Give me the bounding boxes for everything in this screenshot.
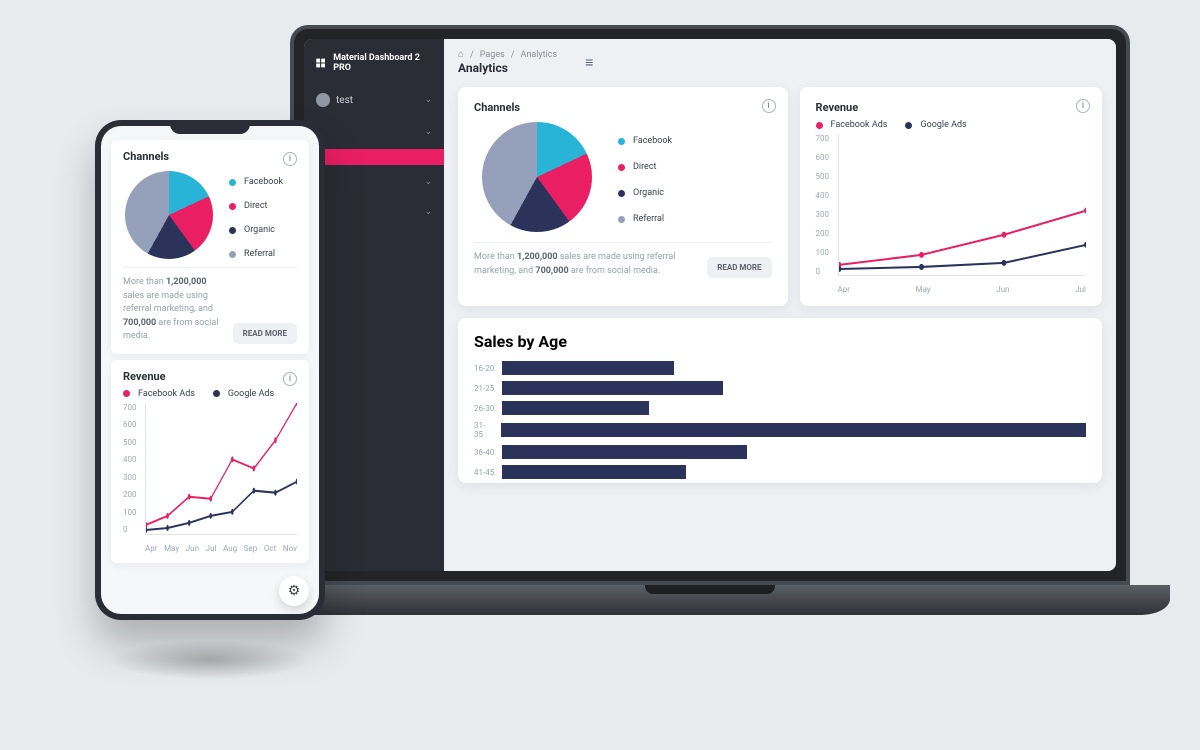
read-more-button-mobile[interactable]: READ MORE [233,323,297,344]
legend-dot-organic [229,227,236,234]
avatar [316,93,330,107]
legend-dot-referral [229,251,236,258]
info-icon[interactable]: i [283,152,297,166]
home-icon[interactable]: ⌂ [458,49,464,60]
legend-dot-referral [618,216,625,223]
breadcrumb-root[interactable]: Pages [480,50,505,60]
phone-shadow [110,640,310,680]
chevron-down-icon: ⌄ [424,95,432,105]
sales-bar [501,423,1086,437]
sidebar-item-collapsed-1[interactable]: ⌄ [304,119,444,145]
read-more-button[interactable]: READ MORE [707,257,771,278]
legend-dot-facebook-ads [816,122,823,129]
sales-by-age-card: Sales by Age 16-20 21-25 26-30 31-35 36-… [458,318,1102,483]
legend-dot-google-ads [905,122,912,129]
app-logo[interactable]: Material Dashboard 2 PRO [304,49,444,81]
sidebar-item-active[interactable] [304,149,444,165]
legend-dot-facebook [229,179,236,186]
chart-xticks-mobile: AprMayJunJulAugSepOctNov [145,544,297,553]
sales-title: Sales by Age [474,332,1086,351]
sales-bar [502,381,722,395]
breadcrumb-current: Analytics [520,50,557,60]
hamburger-icon[interactable]: ≡ [585,54,593,71]
laptop-base [250,585,1170,615]
sidebar-item-collapsed-2[interactable]: ⌄ [304,169,444,195]
chart-yticks-mobile: 7006005004003002001000 [123,403,137,535]
sales-bar [502,445,747,459]
sales-bar [502,401,649,415]
revenue-title-mobile: Revenue [123,370,297,383]
channels-pie-chart [482,122,592,232]
main-content: ⌂ / Pages / Analytics Analytics ≡ i [444,39,1116,571]
phone-notch [170,120,250,134]
revenue-title: Revenue [816,101,1086,114]
info-icon[interactable]: i [283,372,297,386]
logo-icon [314,56,327,70]
sales-bar [502,465,686,479]
revenue-line-chart: 7006005004003002001000 [816,134,1086,294]
revenue-legend-mobile: Facebook Ads Google Ads [123,389,297,399]
channels-legend-mobile: Facebook Direct Organic Referral [229,171,283,259]
channels-legend: Facebook Direct Organic Referral [618,130,672,224]
laptop-mockup: Material Dashboard 2 PRO test ⌄ ⌄ ⌄ ⌄ ⌂ [250,25,1170,665]
sidebar-user-label: test [336,95,353,106]
channels-card: i Channels Facebook Direct Organic Refer… [458,87,788,306]
channels-title: Channels [474,101,772,114]
app-name: Material Dashboard 2 PRO [333,53,434,73]
sidebar: Material Dashboard 2 PRO test ⌄ ⌄ ⌄ ⌄ [304,39,444,571]
chevron-down-icon: ⌄ [424,177,432,187]
legend-dot-direct [229,203,236,210]
sales-bar-chart: 16-20 21-25 26-30 31-35 36-40 41-45 [474,361,1086,479]
laptop-lid: Material Dashboard 2 PRO test ⌄ ⌄ ⌄ ⌄ ⌂ [290,25,1130,585]
revenue-legend: Facebook Ads Google Ads [816,120,1086,130]
dashboard-frame: Material Dashboard 2 PRO test ⌄ ⌄ ⌄ ⌄ ⌂ [304,39,1116,571]
sidebar-item-collapsed-3[interactable]: ⌄ [304,199,444,225]
sidebar-item-user[interactable]: test ⌄ [304,85,444,115]
gear-icon: ⚙ [288,583,301,599]
legend-dot-facebook [618,138,625,145]
channels-card-mobile: i Channels Facebook Direct Organic Refer… [111,140,309,354]
legend-dot-google-ads [213,390,220,397]
breadcrumb[interactable]: ⌂ / Pages / Analytics [458,49,557,60]
chevron-down-icon: ⌄ [424,127,432,137]
revenue-card: i Revenue Facebook Ads Google Ads 700600… [800,87,1102,306]
phone-screen: i Channels Facebook Direct Organic Refer… [101,126,319,614]
legend-dot-facebook-ads [123,390,130,397]
chart-xticks: AprMayJunJul [838,285,1086,294]
chart-yticks: 7006005004003002001000 [816,134,830,276]
channels-footer-text: More than 1,200,000 sales are made using… [474,251,695,278]
laptop-trackpad-notch [645,585,775,594]
revenue-line-chart-mobile: 7006005004003002001000 AprMayJunJulAugSe… [123,403,297,553]
legend-dot-organic [618,190,625,197]
phone-mockup: i Channels Facebook Direct Organic Refer… [95,120,325,620]
settings-fab[interactable]: ⚙ [279,576,309,606]
legend-dot-direct [618,164,625,171]
channels-pie-chart-mobile [125,171,213,259]
channels-title-mobile: Channels [123,150,297,163]
info-icon[interactable]: i [1076,99,1090,113]
sales-bar [502,361,673,375]
chevron-down-icon: ⌄ [424,207,432,217]
channels-footer-text-mobile: More than 1,200,000 sales are made using… [123,276,221,344]
revenue-card-mobile: i Revenue Facebook Ads Google Ads 700600… [111,360,309,563]
page-title: Analytics [458,61,557,75]
info-icon[interactable]: i [762,99,776,113]
